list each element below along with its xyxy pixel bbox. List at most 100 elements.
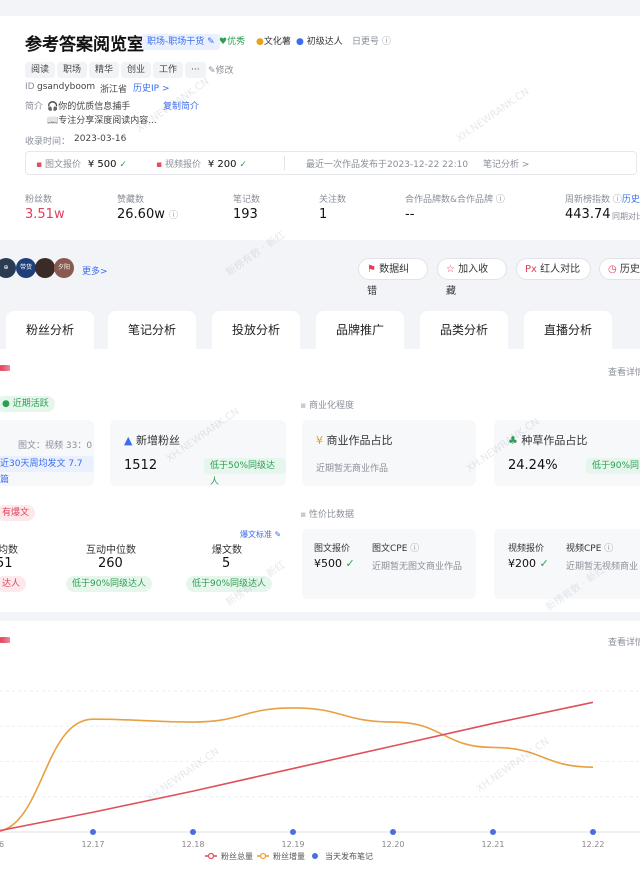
tab-fans-analysis[interactable]: 粉丝分析	[6, 311, 94, 349]
stat-value: 3.51w	[25, 207, 65, 222]
info-icon[interactable]: ⓘ	[169, 211, 178, 221]
tag-item[interactable]: 创业	[121, 62, 152, 78]
divider	[284, 156, 285, 170]
edit-icon: ✎	[207, 37, 215, 47]
fans-trend-chart: 16 12.17 12.18 12.19 12.20 12.21 12.22 粉丝总量 粉丝增量…	[0, 690, 640, 861]
avatar[interactable]: ⊕	[0, 258, 16, 278]
legend-item[interactable]: 粉丝总量	[205, 851, 253, 861]
tag-item[interactable]: 工作	[153, 62, 184, 78]
seed-value: 24.24%	[508, 458, 558, 473]
active-icon: ●	[2, 399, 10, 409]
intro-label: 简介	[25, 102, 44, 112]
intro-line-1: 🎧你的优质信息捕手	[47, 102, 131, 112]
new-fans-compare: 低于50%同级达人	[204, 458, 286, 487]
history-link[interactable]: 历史	[622, 195, 640, 205]
influencer-compare-button[interactable]: Px 红人对比	[516, 258, 591, 280]
check-icon: ✓	[119, 160, 127, 170]
profile-name: 参考答案阅览室	[25, 35, 144, 55]
costperf-label: ▪ 性价比数据	[300, 510, 354, 520]
help-icon[interactable]: ⓘ	[496, 195, 505, 205]
vid-price-value: ¥200 ✓	[508, 557, 549, 570]
history-ip-link[interactable]: 历史IP >	[133, 81, 169, 94]
stat-value: 26.60w ⓘ	[117, 207, 179, 222]
new-fans-value: 1512	[124, 458, 158, 473]
img-price-value: ¥500 ✓	[314, 557, 355, 570]
coin-icon: ●	[256, 37, 264, 47]
new-fans-title: ▲ 新增粉丝	[124, 434, 180, 447]
more-similar-link[interactable]: 更多>	[82, 264, 108, 277]
img-cpe-label: 图文CPE ⓘ	[372, 544, 420, 554]
daily-note-point[interactable]	[390, 829, 396, 835]
legend-label: 粉丝增量	[273, 851, 305, 861]
help-icon[interactable]: ⓘ	[410, 544, 419, 554]
compare-icon: Px	[525, 264, 537, 275]
level-icon: ●	[296, 37, 304, 47]
image-costperf-card: 图文报价 图文CPE ⓘ ¥500 ✓ 近期暂无图文商业作品	[302, 529, 476, 599]
tab-delivery-analysis[interactable]: 投放分析	[212, 311, 300, 349]
data-correction-button[interactable]: ⚑ 数据纠错	[358, 258, 428, 297]
daily-note-point[interactable]	[90, 829, 96, 835]
edit-tags-button[interactable]: ✎修改	[208, 63, 234, 76]
stat-label: 粉丝数	[25, 195, 53, 205]
flag-icon: ⚑	[367, 264, 376, 275]
badge-excellent: ♥优秀	[219, 37, 246, 47]
commercial-value: 近期暂无商业作品	[316, 464, 389, 474]
pricing-bar: ▪ 图文报价 ¥ 500 ✓ ▪ 视频报价 ¥ 200 ✓ 最近一次作品发布于2…	[25, 151, 637, 175]
history-button[interactable]: ◷ 历史	[599, 258, 640, 280]
interact-label: 互动中位数	[86, 545, 136, 556]
legend-item[interactable]: 当天发布笔记	[312, 851, 373, 861]
commercial-card: ¥ 商业作品占比 近期暂无商业作品	[302, 420, 476, 486]
clock-icon: ◷	[608, 264, 617, 275]
id-value: gsandyboom	[37, 82, 96, 92]
tag-item[interactable]: 职场	[57, 62, 88, 78]
tag-more[interactable]: ···	[185, 62, 206, 78]
interact-value: 260	[98, 556, 123, 571]
x-tick-label: 12.18	[182, 840, 205, 849]
category-tag[interactable]: 职场-职场干货 ✎	[142, 34, 220, 50]
legend-item[interactable]: 粉丝增量	[257, 851, 305, 861]
add-favorite-button[interactable]: ☆ 加入收藏	[437, 258, 507, 297]
id-label: ID	[25, 82, 35, 92]
hot-standard-link[interactable]: 爆文标准 ✎	[240, 529, 281, 540]
profile-card: 参考答案阅览室 职场-职场干货 ✎ ♥优秀 ●文化薯 ● 初级达人 日更号 ⓘ …	[0, 0, 640, 240]
daily-note-point[interactable]	[190, 829, 196, 835]
help-icon[interactable]: ⓘ	[613, 195, 622, 205]
daily-note-point[interactable]	[590, 829, 596, 835]
help-icon[interactable]: ⓘ	[604, 544, 613, 554]
commercial-title: ¥ 商业作品占比	[316, 434, 393, 447]
avatar[interactable]: 夕阳	[54, 258, 74, 278]
ratio-text: 图文：视频 33：0	[18, 441, 93, 451]
tab-live-analysis[interactable]: 直播分析	[524, 311, 612, 349]
tab-category-analysis[interactable]: 品类分析	[420, 311, 508, 349]
x-tick-label: 12.20	[382, 840, 405, 849]
avatar[interactable]	[35, 258, 55, 278]
view-detail-link[interactable]: 查看详情	[608, 365, 640, 378]
stat-value: 443.74	[565, 207, 611, 222]
daily-note-point[interactable]	[290, 829, 296, 835]
vid-cpe-label: 视频CPE ⓘ	[566, 544, 614, 554]
avatar[interactable]: 带货	[16, 258, 36, 278]
recent-active-badge: ● 近期活跃	[0, 396, 55, 412]
tag-item[interactable]: 精华	[89, 62, 120, 78]
stat-value: 193	[233, 207, 258, 222]
heart-icon: ♥	[219, 37, 228, 47]
tag-item[interactable]: 阅读	[25, 62, 56, 78]
category-tag-label: 职场-职场干货	[147, 37, 205, 47]
avg-compare: 达人	[0, 576, 27, 592]
tab-brand-promotion[interactable]: 品牌推广	[316, 311, 404, 349]
interact-compare: 低于90%同级达人	[66, 576, 153, 592]
daily-note-point[interactable]	[490, 829, 496, 835]
activity-card: 图文：视频 33：0 近30天周均发文 7.7篇	[0, 420, 94, 486]
check-icon: ✓	[239, 160, 247, 170]
seed-compare: 低于90%同	[586, 458, 640, 474]
tab-notes-analysis[interactable]: 笔记分析	[108, 311, 196, 349]
new-fans-card: ▲ 新增粉丝 1512 低于50%同级达人	[110, 420, 286, 487]
img-price-label: 图文报价	[314, 544, 351, 554]
avg-value: 51	[0, 556, 13, 571]
last-post-time: 最近一次作品发布于2023-12-22 22:10	[306, 160, 469, 170]
hot-badge: 有爆文	[0, 505, 36, 521]
help-icon[interactable]: ⓘ	[382, 37, 391, 47]
stat-value: 1	[319, 207, 328, 222]
user-icon: ▲	[124, 434, 133, 447]
note-analysis-link[interactable]: 笔记分析 >	[483, 157, 529, 170]
